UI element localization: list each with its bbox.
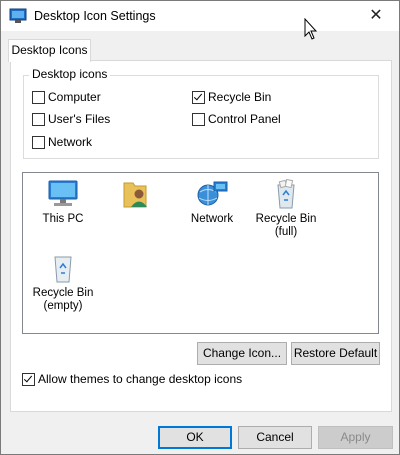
recycle-bin-empty-icon bbox=[54, 256, 72, 283]
ok-button[interactable]: OK bbox=[158, 426, 232, 449]
apply-button[interactable]: Apply bbox=[318, 426, 393, 449]
window-title: Desktop Icon Settings bbox=[34, 9, 156, 23]
icon-label: Recycle Bin (full) bbox=[255, 213, 317, 238]
close-button[interactable]: ✕ bbox=[353, 1, 399, 31]
icon-label: Network bbox=[190, 213, 234, 225]
icon-item-network[interactable]: Network bbox=[177, 179, 247, 226]
checkbox-allow-themes[interactable]: Allow themes to change desktop icons bbox=[22, 372, 242, 386]
checkbox-computer[interactable]: Computer bbox=[32, 90, 101, 104]
checkbox-control-panel[interactable]: Control Panel bbox=[192, 112, 281, 126]
icon-item-recycle-bin-empty[interactable]: Recycle Bin (empty) bbox=[28, 253, 98, 313]
checkbox-box[interactable] bbox=[192, 90, 205, 104]
checkbox-box[interactable] bbox=[32, 135, 45, 149]
icon-list[interactable]: This PC Network Recycle Bin (full) Recyc… bbox=[22, 172, 379, 334]
icon-label: This PC bbox=[42, 213, 84, 225]
checkbox-users-files[interactable]: User's Files bbox=[32, 112, 110, 126]
checkbox-box[interactable] bbox=[192, 112, 205, 126]
app-icon bbox=[9, 8, 27, 23]
icon-item-recycle-bin-full[interactable]: Recycle Bin (full) bbox=[251, 179, 321, 239]
checkbox-label: Computer bbox=[48, 90, 101, 104]
user-files-icon bbox=[123, 182, 147, 208]
checkbox-box[interactable] bbox=[22, 372, 35, 386]
tab-desktop-icons[interactable]: Desktop Icons bbox=[8, 39, 91, 62]
checkbox-label: Allow themes to change desktop icons bbox=[38, 372, 243, 386]
network-icon bbox=[197, 181, 228, 206]
mouse-cursor-icon bbox=[304, 18, 318, 40]
checkbox-label: User's Files bbox=[48, 112, 111, 126]
checkbox-network[interactable]: Network bbox=[32, 135, 92, 149]
close-icon: ✕ bbox=[369, 7, 383, 24]
checkbox-label: Recycle Bin bbox=[208, 90, 272, 104]
checkbox-label: Control Panel bbox=[208, 112, 281, 126]
checkbox-box[interactable] bbox=[32, 90, 45, 104]
icon-label: Recycle Bin (empty) bbox=[32, 287, 94, 312]
dialog-window: Desktop Icon Settings ✕ Desktop Icons De… bbox=[0, 0, 400, 455]
checkbox-recycle-bin[interactable]: Recycle Bin bbox=[192, 90, 271, 104]
icon-item-this-pc[interactable]: This PC bbox=[28, 179, 98, 226]
checkbox-label: Network bbox=[48, 135, 93, 149]
change-icon-button[interactable]: Change Icon... bbox=[197, 342, 287, 365]
title-bar[interactable]: Desktop Icon Settings ✕ bbox=[1, 1, 399, 31]
cancel-button[interactable]: Cancel bbox=[238, 426, 312, 449]
tab-label: Desktop Icons bbox=[11, 43, 88, 57]
group-legend: Desktop icons bbox=[29, 67, 111, 81]
restore-default-button[interactable]: Restore Default bbox=[291, 342, 380, 365]
computer-icon bbox=[48, 180, 78, 206]
icon-item-user-files[interactable] bbox=[100, 179, 170, 213]
recycle-bin-full-icon bbox=[277, 179, 295, 209]
checkbox-box[interactable] bbox=[32, 112, 45, 126]
